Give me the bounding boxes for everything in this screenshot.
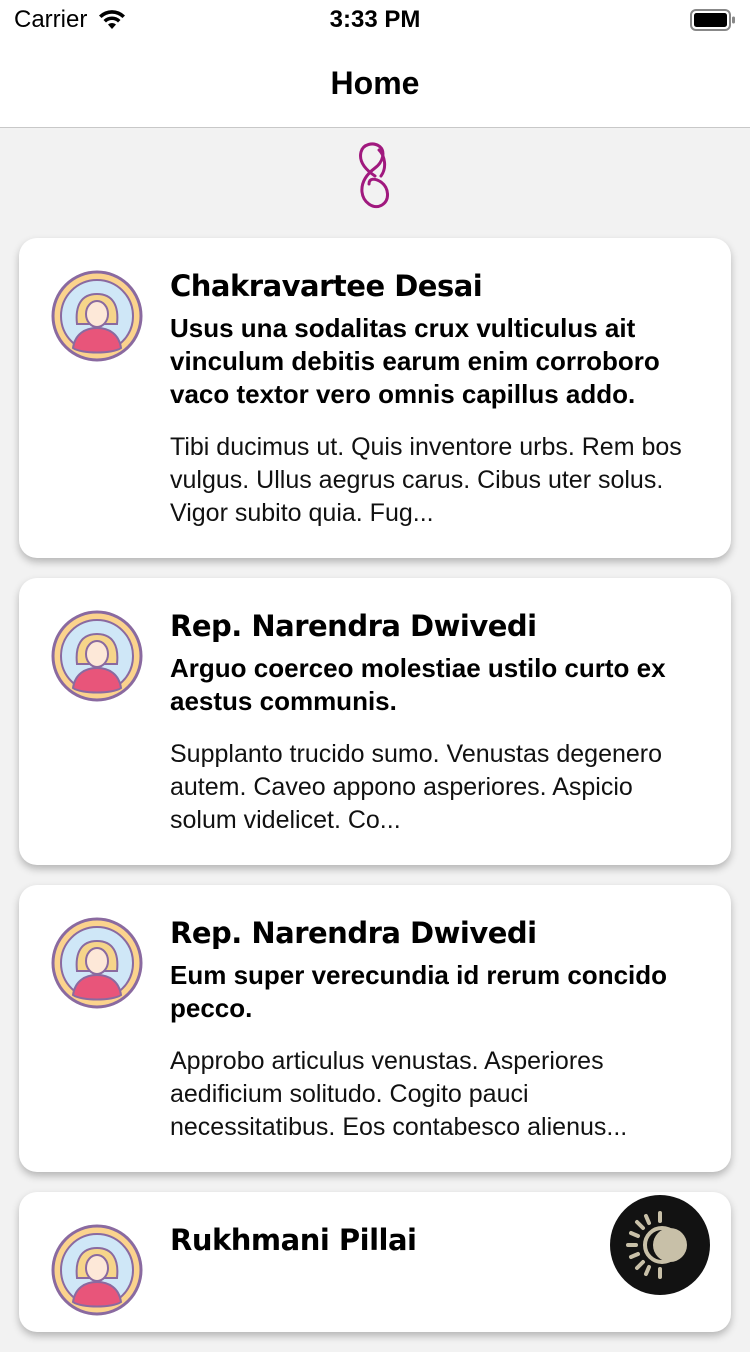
post-author: Rep. Narendra Dwivedi [170, 609, 537, 643]
avatar-icon [51, 917, 143, 1009]
post-author: Rep. Narendra Dwivedi [170, 916, 537, 950]
avatar-icon [51, 270, 143, 362]
post-subject: Arguo coerceo molestiae ustilo curto ex … [170, 653, 666, 716]
post-body: Tibi ducimus ut. Quis inventore urbs. Re… [170, 433, 682, 527]
post-body: Approbo articulus venustas. Asperiores a… [170, 1047, 628, 1141]
avatar-icon [51, 610, 143, 702]
post-subject: Eum super verecundia id rerum concido pe… [170, 960, 668, 1023]
post-card[interactable]: Chakravartee Desai Usus una sodalitas cr… [19, 238, 731, 558]
post-body: Supplanto trucido sumo. Venustas degener… [170, 740, 663, 834]
app-logo-icon [359, 142, 389, 208]
page-title: Home [330, 65, 420, 101]
post-author: Chakravartee Desai [170, 269, 483, 303]
post-card[interactable]: Rep. Narendra Dwivedi Arguo coerceo mole… [19, 578, 731, 865]
avatar-icon [51, 1224, 143, 1316]
battery-icon [690, 9, 735, 31]
status-time: 3:33 PM [329, 6, 421, 33]
theme-toggle-icon [626, 1211, 687, 1279]
post-feed: Chakravartee Desai Usus una sodalitas cr… [19, 238, 731, 1352]
navigation-bar: Home [0, 40, 750, 128]
logo-container [0, 140, 750, 220]
status-bar: Carrier 3:33 PM [0, 0, 750, 40]
post-card[interactable]: Rep. Narendra Dwivedi Eum super verecund… [19, 885, 731, 1172]
theme-toggle-button[interactable] [610, 1195, 710, 1295]
post-subject: Usus una sodalitas crux vulticulus ait v… [170, 313, 660, 409]
status-right [690, 8, 736, 39]
